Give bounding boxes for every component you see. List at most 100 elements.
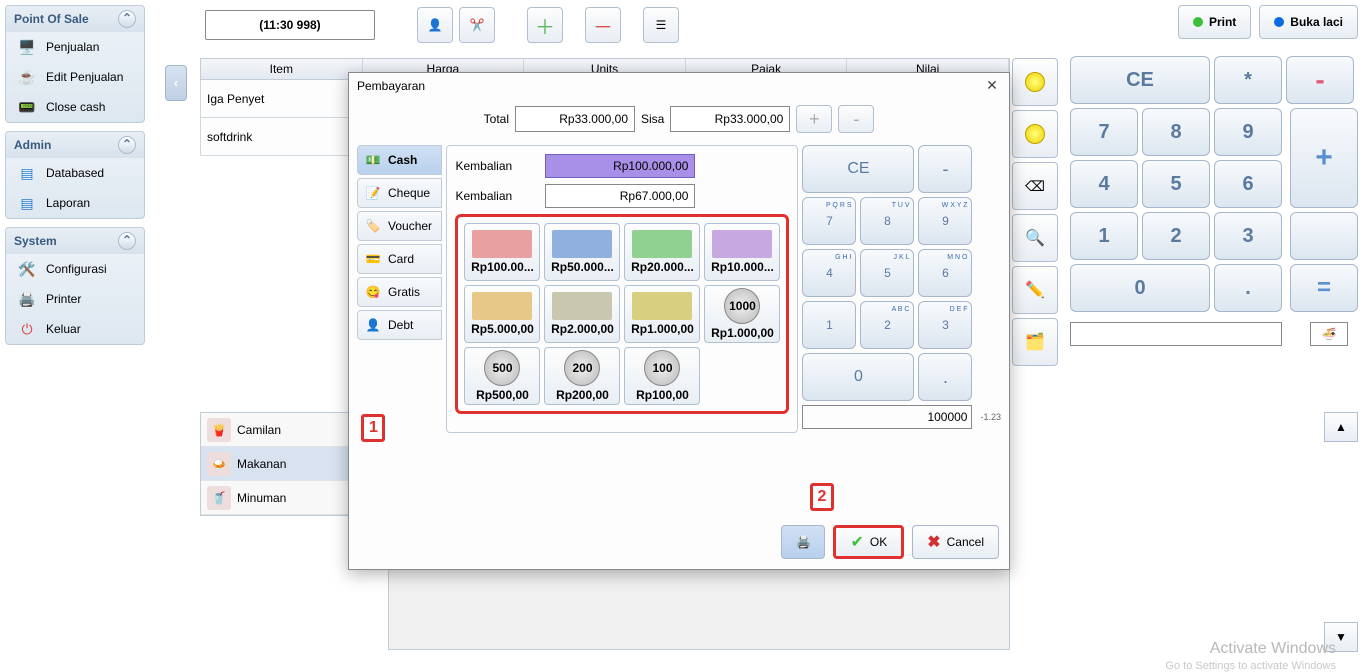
denom-label: Rp1.000,00	[631, 322, 694, 336]
keypad-9[interactable]: 9	[1214, 108, 1282, 156]
panel-system-header[interactable]: System ⌃	[6, 228, 144, 254]
banknote-icon	[552, 292, 612, 320]
dlg-keypad-ce[interactable]: CE	[802, 145, 914, 193]
keypad-8[interactable]: 8	[1142, 108, 1210, 156]
sidebar-item-laporan[interactable]: ▤Laporan	[6, 188, 144, 218]
dialog-print-button[interactable]: 🖨️	[781, 525, 825, 559]
keypad-plus[interactable]: +	[1290, 108, 1358, 208]
tab-voucher[interactable]: 🏷️Voucher	[357, 211, 442, 241]
dlg-keypad-5[interactable]: 5J K L	[860, 249, 914, 297]
banknote-icon	[552, 230, 612, 258]
action-btn-edit[interactable]: ✏️	[1012, 266, 1058, 314]
kembalian-paid-field[interactable]: Rp100.000,00	[545, 154, 695, 178]
keypad-4[interactable]: 4	[1070, 160, 1138, 208]
denom-500[interactable]: 500Rp500,00	[464, 347, 540, 405]
keypad-blank[interactable]	[1290, 212, 1358, 260]
action-btn-2[interactable]	[1012, 110, 1058, 158]
denom-1k-note[interactable]: Rp1.000,00	[624, 285, 700, 343]
kembalian-row-2: Kembalian Rp67.000,00	[455, 184, 789, 208]
denom-20k[interactable]: Rp20.000...	[624, 223, 700, 281]
denom-100[interactable]: 100Rp100,00	[624, 347, 700, 405]
category-label: Camilan	[237, 423, 281, 437]
add-button[interactable]: ＋	[527, 7, 563, 43]
keypad-1[interactable]: 1	[1070, 212, 1138, 260]
check-icon: ✔	[850, 532, 863, 552]
panel-pos-header[interactable]: Point Of Sale ⌃	[6, 6, 144, 32]
keypad-ce[interactable]: CE	[1070, 56, 1210, 104]
tab-cheque[interactable]: 📝Cheque	[357, 178, 442, 208]
sidebar-item-databased[interactable]: ▤Databased	[6, 158, 144, 188]
dlg-keypad-input[interactable]: 100000	[802, 405, 972, 429]
dlg-keypad-dot[interactable]: .	[918, 353, 972, 401]
sidebar-item-keluar[interactable]: ⏻Keluar	[6, 314, 144, 344]
panel-system: System ⌃ 🛠️Configurasi 🖨️Printer ⏻Keluar	[5, 227, 145, 345]
tab-card[interactable]: 💳Card	[357, 244, 442, 274]
denom-100k[interactable]: Rp100.00...	[464, 223, 540, 281]
tab-cash[interactable]: 💵Cash	[357, 145, 442, 175]
remove-button[interactable]: －	[585, 7, 621, 43]
coin-icon: 100	[644, 350, 680, 386]
keypad-aux-button[interactable]: 🍜	[1310, 322, 1348, 346]
dlg-keypad-4[interactable]: 4G H I	[802, 249, 856, 297]
cancel-button[interactable]: ✖Cancel	[912, 525, 999, 559]
dlg-keypad-6[interactable]: 6M N O	[918, 249, 972, 297]
denom-1k-coin[interactable]: 1000Rp1.000,00	[704, 285, 780, 343]
dlg-keypad-exponent: -1.23	[980, 412, 1001, 422]
keypad-input[interactable]	[1070, 322, 1282, 346]
action-btn-delete[interactable]: ⌫	[1012, 162, 1058, 210]
keypad-3[interactable]: 3	[1214, 212, 1282, 260]
tab-label: Cheque	[388, 186, 430, 200]
list-button[interactable]: ☰	[643, 7, 679, 43]
sidebar-item-printer[interactable]: 🖨️Printer	[6, 284, 144, 314]
sidebar-item-close-cash[interactable]: 📟Close cash	[6, 92, 144, 122]
dlg-keypad-2[interactable]: 2A B C	[860, 301, 914, 349]
sidebar-collapse-handle[interactable]: ‹	[165, 65, 187, 101]
keypad-0[interactable]: 0	[1070, 264, 1210, 312]
minus-button[interactable]: -	[838, 105, 874, 133]
scroll-up-button[interactable]: ▲	[1324, 412, 1358, 442]
dialog-close-button[interactable]: ✕	[983, 77, 1001, 95]
sidebar-item-configurasi[interactable]: 🛠️Configurasi	[6, 254, 144, 284]
keypad-multiply[interactable]: *	[1214, 56, 1282, 104]
customer-button[interactable]: 👤	[417, 7, 453, 43]
dlg-keypad-7[interactable]: 7P Q R S	[802, 197, 856, 245]
keypad-minus[interactable]: -	[1286, 56, 1354, 104]
denom-50k[interactable]: Rp50.000...	[544, 223, 620, 281]
keypad-7[interactable]: 7	[1070, 108, 1138, 156]
payment-dialog: Pembayaran ✕ Total Rp33.000,00 Sisa Rp33…	[348, 72, 1010, 570]
keypad-dot[interactable]: .	[1214, 264, 1282, 312]
dlg-keypad-minus[interactable]: -	[918, 145, 972, 193]
collapse-icon[interactable]: ⌃	[118, 232, 136, 250]
denom-10k[interactable]: Rp10.000...	[704, 223, 780, 281]
collapse-icon[interactable]: ⌃	[118, 136, 136, 154]
denom-2k[interactable]: Rp2.000,00	[544, 285, 620, 343]
tab-gratis[interactable]: 😋Gratis	[357, 277, 442, 307]
plus-button[interactable]: +	[796, 105, 832, 133]
collapse-icon[interactable]: ⌃	[118, 10, 136, 28]
open-drawer-button[interactable]: Buka laci	[1259, 5, 1358, 39]
action-btn-1[interactable]	[1012, 58, 1058, 106]
action-btn-search[interactable]: 🔍	[1012, 214, 1058, 262]
keypad-6[interactable]: 6	[1214, 160, 1282, 208]
dlg-keypad-3[interactable]: 3D E F	[918, 301, 972, 349]
ok-button[interactable]: ✔OK	[833, 525, 904, 559]
keypad-2[interactable]: 2	[1142, 212, 1210, 260]
denom-200[interactable]: 200Rp200,00	[544, 347, 620, 405]
tab-debt[interactable]: 👤Debt	[357, 310, 442, 340]
dlg-keypad-1[interactable]: 1	[802, 301, 856, 349]
split-button[interactable]: ✂️	[459, 7, 495, 43]
keypad-equals[interactable]: =	[1290, 264, 1358, 312]
coin-icon: 500	[484, 350, 520, 386]
sidebar-item-penjualan[interactable]: 🖥️Penjualan	[6, 32, 144, 62]
coin-icon: 1000	[724, 288, 760, 324]
sidebar-item-edit-penjualan[interactable]: ☕Edit Penjualan	[6, 62, 144, 92]
payment-tabs: 💵Cash 📝Cheque 🏷️Voucher 💳Card 😋Gratis 👤D…	[357, 145, 442, 433]
panel-admin-header[interactable]: Admin ⌃	[6, 132, 144, 158]
dlg-keypad-0[interactable]: 0	[802, 353, 914, 401]
dlg-keypad-8[interactable]: 8T U V	[860, 197, 914, 245]
print-button[interactable]: Print	[1178, 5, 1251, 39]
dlg-keypad-9[interactable]: 9W X Y Z	[918, 197, 972, 245]
denom-5k[interactable]: Rp5.000,00	[464, 285, 540, 343]
keypad-5[interactable]: 5	[1142, 160, 1210, 208]
action-btn-attr[interactable]: 🗂️	[1012, 318, 1058, 366]
